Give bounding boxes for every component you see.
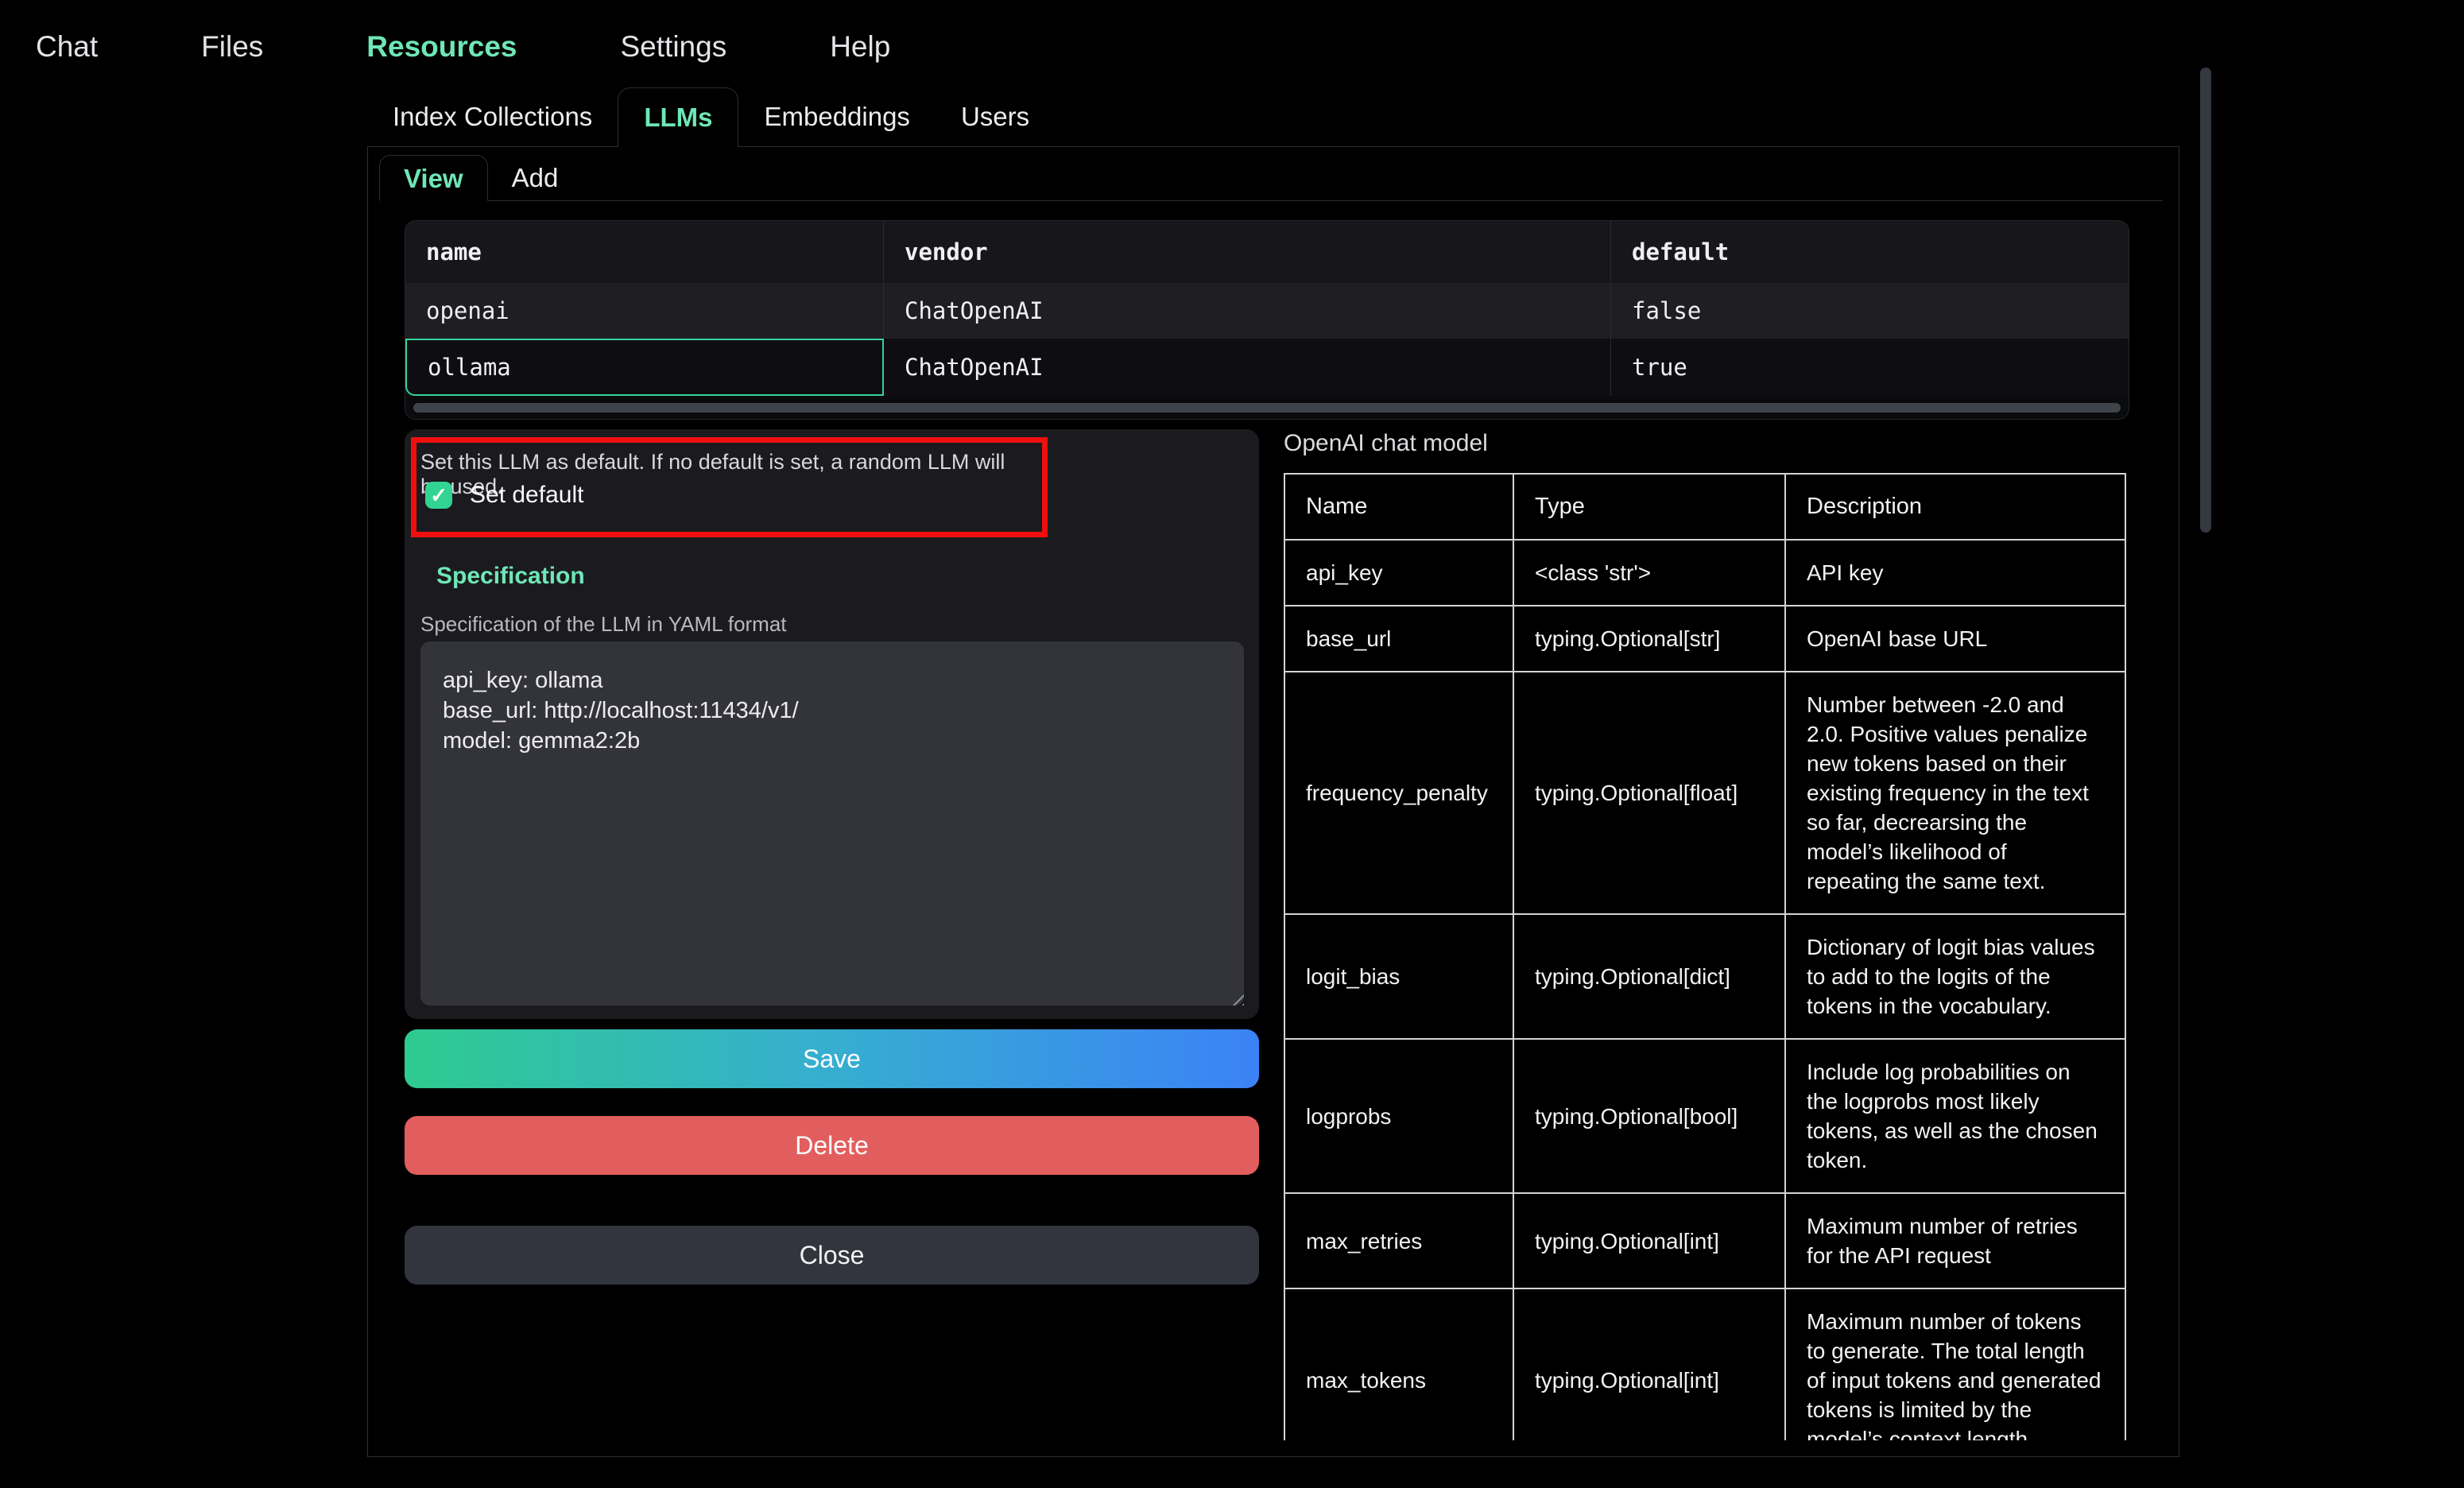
save-button[interactable]: Save [405, 1029, 1259, 1088]
nav-item-settings[interactable]: Settings [621, 30, 727, 64]
close-button[interactable]: Close [405, 1226, 1259, 1285]
nav-item-files[interactable]: Files [201, 30, 263, 64]
checkmark-icon: ✓ [430, 485, 447, 506]
param-type: typing.Optional[dict] [1513, 914, 1785, 1039]
model-info-table-wrap: Name Type Description api_key <class 'st… [1284, 473, 2128, 1440]
vertical-scrollbar-thumb[interactable] [2200, 68, 2211, 533]
param-row-api-key: api_key <class 'str'> API key [1284, 540, 2125, 606]
param-desc: Maximum number of tokens to generate. Th… [1785, 1288, 2125, 1440]
param-name: api_key [1284, 540, 1513, 606]
llm-detail-card: Set this LLM as default. If no default i… [405, 429, 1259, 1019]
table-row-ollama-selected[interactable]: ollama ChatOpenAI true [405, 339, 2129, 396]
llms-subtabs: View Add [379, 155, 2163, 201]
nav-item-help[interactable]: Help [830, 30, 890, 64]
column-header-default: default [1611, 221, 2129, 283]
col-type: Type [1513, 474, 1785, 540]
cell-name-selected[interactable]: ollama [405, 339, 884, 396]
horizontal-scrollbar[interactable] [413, 403, 2121, 413]
model-table-header: Name Type Description [1284, 474, 2125, 540]
llms-panel: View Add name vendor default openai Chat… [367, 147, 2179, 1457]
param-type: typing.Optional[float] [1513, 672, 1785, 914]
cell-default[interactable]: false [1611, 283, 2129, 339]
param-desc: Include log probabilities on the logprob… [1785, 1039, 2125, 1193]
param-desc: Maximum number of retries for the API re… [1785, 1193, 2125, 1288]
param-row-logit-bias: logit_bias typing.Optional[dict] Diction… [1284, 914, 2125, 1039]
llm-table-header: name vendor default [405, 221, 2129, 283]
nav-item-chat[interactable]: Chat [36, 30, 98, 64]
param-name: base_url [1284, 606, 1513, 672]
param-name: frequency_penalty [1284, 672, 1513, 914]
cell-vendor[interactable]: ChatOpenAI [884, 283, 1611, 339]
param-row-frequency-penalty: frequency_penalty typing.Optional[float]… [1284, 672, 2125, 914]
param-name: max_retries [1284, 1193, 1513, 1288]
param-row-max-retries: max_retries typing.Optional[int] Maximum… [1284, 1193, 2125, 1288]
col-name: Name [1284, 474, 1513, 540]
horizontal-scrollbar-thumb[interactable] [413, 403, 2121, 413]
delete-button[interactable]: Delete [405, 1116, 1259, 1175]
set-default-label: Set default [470, 482, 583, 509]
tab-index-collections[interactable]: Index Collections [367, 87, 618, 146]
specification-heading: Specification [436, 563, 585, 590]
col-description: Description [1785, 474, 2125, 540]
tab-embeddings[interactable]: Embeddings [738, 87, 935, 146]
model-info-table: Name Type Description api_key <class 'st… [1284, 473, 2126, 1440]
param-desc: Dictionary of logit bias values to add t… [1785, 914, 2125, 1039]
param-row-base-url: base_url typing.Optional[str] OpenAI bas… [1284, 606, 2125, 672]
model-info-title: OpenAI chat model [1284, 430, 1488, 457]
param-row-logprobs: logprobs typing.Optional[bool] Include l… [1284, 1039, 2125, 1193]
subtab-add[interactable]: Add [488, 155, 583, 200]
cell-default[interactable]: true [1611, 339, 2129, 396]
set-default-checkbox[interactable]: ✓ [425, 482, 452, 509]
param-desc: API key [1785, 540, 2125, 606]
tab-llms[interactable]: LLMs [618, 87, 738, 147]
subtab-view[interactable]: View [379, 155, 488, 201]
param-desc: Number between -2.0 and 2.0. Positive va… [1785, 672, 2125, 914]
llm-list-table: name vendor default openai ChatOpenAI fa… [405, 220, 2129, 420]
column-header-vendor: vendor [884, 221, 1611, 283]
set-default-row[interactable]: ✓ Set default [425, 482, 583, 509]
cell-vendor[interactable]: ChatOpenAI [884, 339, 1611, 396]
table-row-openai[interactable]: openai ChatOpenAI false [405, 283, 2129, 339]
resources-section: Index Collections LLMs Embeddings Users … [367, 87, 2179, 1457]
yaml-spec-textarea[interactable]: api_key: ollama base_url: http://localho… [420, 641, 1244, 1006]
resource-tabs: Index Collections LLMs Embeddings Users [367, 87, 2179, 147]
specification-hint: Specification of the LLM in YAML format [420, 612, 787, 637]
cell-name[interactable]: openai [405, 283, 884, 339]
param-name: max_tokens [1284, 1288, 1513, 1440]
param-desc: OpenAI base URL [1785, 606, 2125, 672]
param-name: logit_bias [1284, 914, 1513, 1039]
column-header-name: name [405, 221, 884, 283]
nav-item-resources[interactable]: Resources [366, 30, 517, 64]
param-name: logprobs [1284, 1039, 1513, 1193]
tab-users[interactable]: Users [936, 87, 1055, 146]
param-type: typing.Optional[str] [1513, 606, 1785, 672]
param-type: typing.Optional[int] [1513, 1193, 1785, 1288]
param-type: typing.Optional[bool] [1513, 1039, 1785, 1193]
param-type: typing.Optional[int] [1513, 1288, 1785, 1440]
top-nav: Chat Files Resources Settings Help [36, 30, 890, 64]
param-type: <class 'str'> [1513, 540, 1785, 606]
param-row-max-tokens: max_tokens typing.Optional[int] Maximum … [1284, 1288, 2125, 1440]
